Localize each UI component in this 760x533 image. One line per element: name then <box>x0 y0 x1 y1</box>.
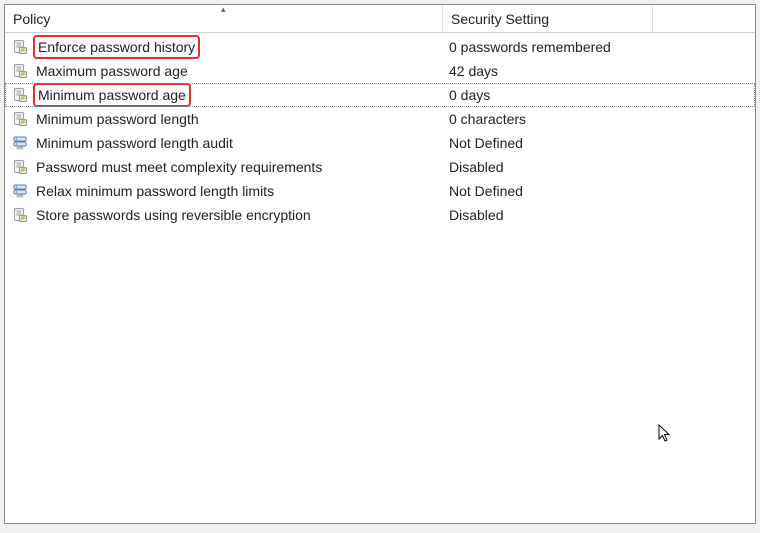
column-header-setting[interactable]: Security Setting <box>443 5 653 32</box>
policy-rows: Enforce password history 0 passwords reme… <box>5 33 755 227</box>
setting-cell: Disabled <box>443 155 653 179</box>
setting-cell: 0 characters <box>443 107 653 131</box>
policy-label: Minimum password length audit <box>33 133 236 153</box>
policy-icon <box>11 206 29 224</box>
table-row[interactable]: Relax minimum password length limits Not … <box>5 179 755 203</box>
policy-label: Minimum password age <box>33 83 191 107</box>
setting-cell: 0 passwords remembered <box>443 35 653 59</box>
column-header-policy[interactable]: Policy ▴ <box>5 5 443 32</box>
policy-cell: Minimum password length audit <box>5 131 443 155</box>
policy-cell: Minimum password age <box>5 83 443 107</box>
policy-label: Store passwords using reversible encrypt… <box>33 205 314 225</box>
policy-icon <box>11 158 29 176</box>
policy-icon <box>11 62 29 80</box>
policy-icon <box>11 86 29 104</box>
setting-cell: 42 days <box>443 59 653 83</box>
column-header-setting-label: Security Setting <box>451 11 549 27</box>
column-headers: Policy ▴ Security Setting <box>5 5 755 33</box>
policy-icon <box>11 38 29 56</box>
policy-cell: Enforce password history <box>5 35 443 59</box>
table-row[interactable]: Enforce password history 0 passwords reme… <box>5 35 755 59</box>
policy-label: Maximum password age <box>33 61 191 81</box>
policy-label: Relax minimum password length limits <box>33 181 277 201</box>
setting-cell: Not Defined <box>443 131 653 155</box>
table-row[interactable]: Minimum password length audit Not Defined <box>5 131 755 155</box>
policy-label: Enforce password history <box>33 35 200 59</box>
policy-cell: Relax minimum password length limits <box>5 179 443 203</box>
policy-label: Minimum password length <box>33 109 202 129</box>
sort-indicator-icon: ▴ <box>221 4 226 15</box>
policy-cell: Password must meet complexity requiremen… <box>5 155 443 179</box>
table-row[interactable]: Minimum password age 0 days <box>5 83 755 107</box>
setting-cell: Not Defined <box>443 179 653 203</box>
policy-cell: Store passwords using reversible encrypt… <box>5 203 443 227</box>
table-row[interactable]: Minimum password length 0 characters <box>5 107 755 131</box>
policy-label: Password must meet complexity requiremen… <box>33 157 325 177</box>
table-row[interactable]: Maximum password age 42 days <box>5 59 755 83</box>
column-header-policy-label: Policy <box>13 11 50 27</box>
policy-cell: Maximum password age <box>5 59 443 83</box>
policy-list: Policy ▴ Security Setting Enforce passwo… <box>4 4 756 524</box>
setting-cell: 0 days <box>443 83 653 107</box>
table-row[interactable]: Store passwords using reversible encrypt… <box>5 203 755 227</box>
server-icon <box>11 134 29 152</box>
policy-icon <box>11 110 29 128</box>
table-row[interactable]: Password must meet complexity requiremen… <box>5 155 755 179</box>
setting-cell: Disabled <box>443 203 653 227</box>
policy-cell: Minimum password length <box>5 107 443 131</box>
server-icon <box>11 182 29 200</box>
